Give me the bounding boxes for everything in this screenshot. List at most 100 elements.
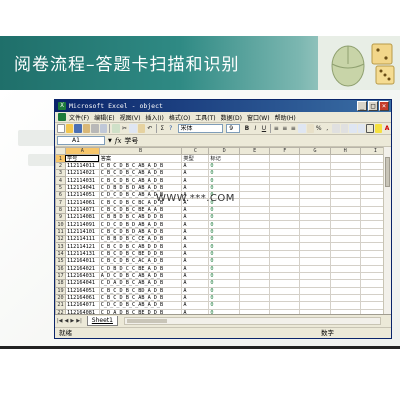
formula-input[interactable]: 学号 xyxy=(124,136,138,146)
table-cell[interactable] xyxy=(299,257,331,266)
table-cell[interactable] xyxy=(269,293,301,303)
table-cell[interactable] xyxy=(299,249,331,259)
table-cell[interactable] xyxy=(239,161,271,171)
table-cell[interactable]: 0 xyxy=(208,279,241,288)
row-header[interactable]: 2 xyxy=(55,161,66,171)
name-box-dropdown-icon[interactable]: ▼ xyxy=(108,138,112,144)
borders-icon[interactable] xyxy=(366,124,374,133)
table-cell[interactable]: A xyxy=(181,205,210,215)
print-preview-icon[interactable] xyxy=(99,124,108,133)
fill-color-icon[interactable] xyxy=(374,124,383,133)
print-icon[interactable] xyxy=(91,124,99,133)
table-cell[interactable]: 112114011 xyxy=(64,161,100,171)
table-cell[interactable] xyxy=(239,220,271,229)
table-cell[interactable]: 0 xyxy=(208,227,241,237)
table-cell[interactable] xyxy=(299,286,331,295)
table-cell[interactable] xyxy=(239,271,271,281)
table-cell[interactable]: A xyxy=(181,220,210,229)
table-cell[interactable] xyxy=(299,176,331,185)
table-cell[interactable] xyxy=(239,205,271,215)
row-header[interactable]: 17 xyxy=(55,271,66,281)
table-cell[interactable]: C_D_C_D_B_C_AB_A_D_B xyxy=(98,301,183,310)
table-cell[interactable] xyxy=(299,279,331,288)
close-button[interactable]: × xyxy=(379,101,389,111)
table-cell[interactable] xyxy=(269,301,301,310)
table-cell[interactable] xyxy=(329,242,361,251)
name-box[interactable]: A1 xyxy=(57,136,105,145)
table-cell[interactable] xyxy=(299,301,331,310)
table-cell[interactable] xyxy=(269,235,301,244)
table-cell[interactable]: 112114041 xyxy=(64,183,100,193)
table-cell[interactable] xyxy=(329,169,361,178)
table-cell[interactable]: A xyxy=(181,227,210,237)
table-cell[interactable]: 112114091 xyxy=(64,220,100,229)
merge-center-icon[interactable] xyxy=(298,124,306,133)
sum-icon[interactable]: Σ xyxy=(159,124,167,133)
table-cell[interactable]: A xyxy=(181,301,210,310)
row-header[interactable]: 18 xyxy=(55,279,66,288)
row-header[interactable]: 11 xyxy=(55,227,66,237)
table-cell[interactable] xyxy=(329,154,361,163)
table-cell[interactable]: 112164031 xyxy=(64,271,100,281)
next-sheet-icon[interactable]: ▶ xyxy=(70,318,74,324)
sheet-tab-sheet1[interactable]: Sheet1 xyxy=(86,315,118,326)
table-cell[interactable] xyxy=(239,198,271,207)
align-left-icon[interactable]: ≡ xyxy=(273,124,281,133)
table-cell[interactable] xyxy=(329,176,361,185)
row-header[interactable]: 14 xyxy=(55,249,66,259)
table-cell[interactable]: 112114111 xyxy=(64,235,100,244)
row-header[interactable]: 4 xyxy=(55,176,66,185)
table-cell[interactable] xyxy=(269,176,301,185)
table-cell[interactable]: C_B_C_D_B_C_AC_A_D_B xyxy=(98,257,183,266)
table-cell[interactable]: 0 xyxy=(208,293,241,303)
table-cell[interactable]: A xyxy=(181,242,210,251)
table-cell[interactable]: A xyxy=(181,183,210,193)
table-cell[interactable] xyxy=(329,198,361,207)
copy-icon[interactable] xyxy=(129,124,137,133)
bold-button[interactable]: B xyxy=(243,124,251,133)
comma-style-icon[interactable]: , xyxy=(324,124,332,133)
column-header[interactable]: E xyxy=(239,147,271,156)
table-cell[interactable] xyxy=(329,183,361,193)
row-header[interactable]: 1 xyxy=(55,154,66,163)
column-header[interactable]: D xyxy=(208,147,241,156)
table-cell[interactable]: 0 xyxy=(208,176,241,185)
table-cell[interactable] xyxy=(269,242,301,251)
row-header[interactable]: 15 xyxy=(55,257,66,266)
table-cell[interactable] xyxy=(239,235,271,244)
table-cell[interactable] xyxy=(269,169,301,178)
table-cell[interactable] xyxy=(269,286,301,295)
table-cell[interactable]: 标记 xyxy=(208,154,241,163)
table-cell[interactable]: 112114051 xyxy=(64,191,100,200)
table-cell[interactable] xyxy=(299,242,331,251)
table-cell[interactable] xyxy=(269,249,301,259)
table-cell[interactable]: 0 xyxy=(208,205,241,215)
menu-tools[interactable]: 工具(T) xyxy=(195,113,215,122)
table-cell[interactable] xyxy=(239,154,271,163)
table-cell[interactable] xyxy=(239,264,271,273)
table-cell[interactable] xyxy=(329,205,361,215)
save-icon[interactable] xyxy=(74,124,82,133)
table-cell[interactable]: 0 xyxy=(208,242,241,251)
table-cell[interactable] xyxy=(329,220,361,229)
table-cell[interactable]: 112114021 xyxy=(64,169,100,178)
table-cell[interactable]: C_B_C_D_B_C_AB_A_D_B xyxy=(98,161,183,171)
table-cell[interactable]: 112164041 xyxy=(64,279,100,288)
table-cell[interactable]: A xyxy=(181,279,210,288)
table-cell[interactable] xyxy=(299,205,331,215)
table-cell[interactable]: 0 xyxy=(208,301,241,310)
workbook-icon[interactable] xyxy=(58,113,66,121)
open-folder-icon[interactable] xyxy=(65,124,74,133)
table-cell[interactable]: 112164021 xyxy=(64,264,100,273)
table-cell[interactable]: 112164061 xyxy=(64,293,100,303)
table-cell[interactable]: C_B_C_D_B_C_AB_D_D_B xyxy=(98,242,183,251)
table-cell[interactable] xyxy=(269,205,301,215)
menu-file[interactable]: 文件(F) xyxy=(69,113,89,122)
menu-view[interactable]: 视图(V) xyxy=(120,113,141,122)
table-cell[interactable]: C_D_B_D_C_C_BE_A_D_B xyxy=(98,264,183,273)
table-cell[interactable] xyxy=(329,264,361,273)
table-cell[interactable]: A xyxy=(181,161,210,171)
table-cell[interactable]: 112114031 xyxy=(64,176,100,185)
table-cell[interactable]: 0 xyxy=(208,286,241,295)
table-cell[interactable]: C_D_B_D_B_D_AB_A_D_B xyxy=(98,183,183,193)
